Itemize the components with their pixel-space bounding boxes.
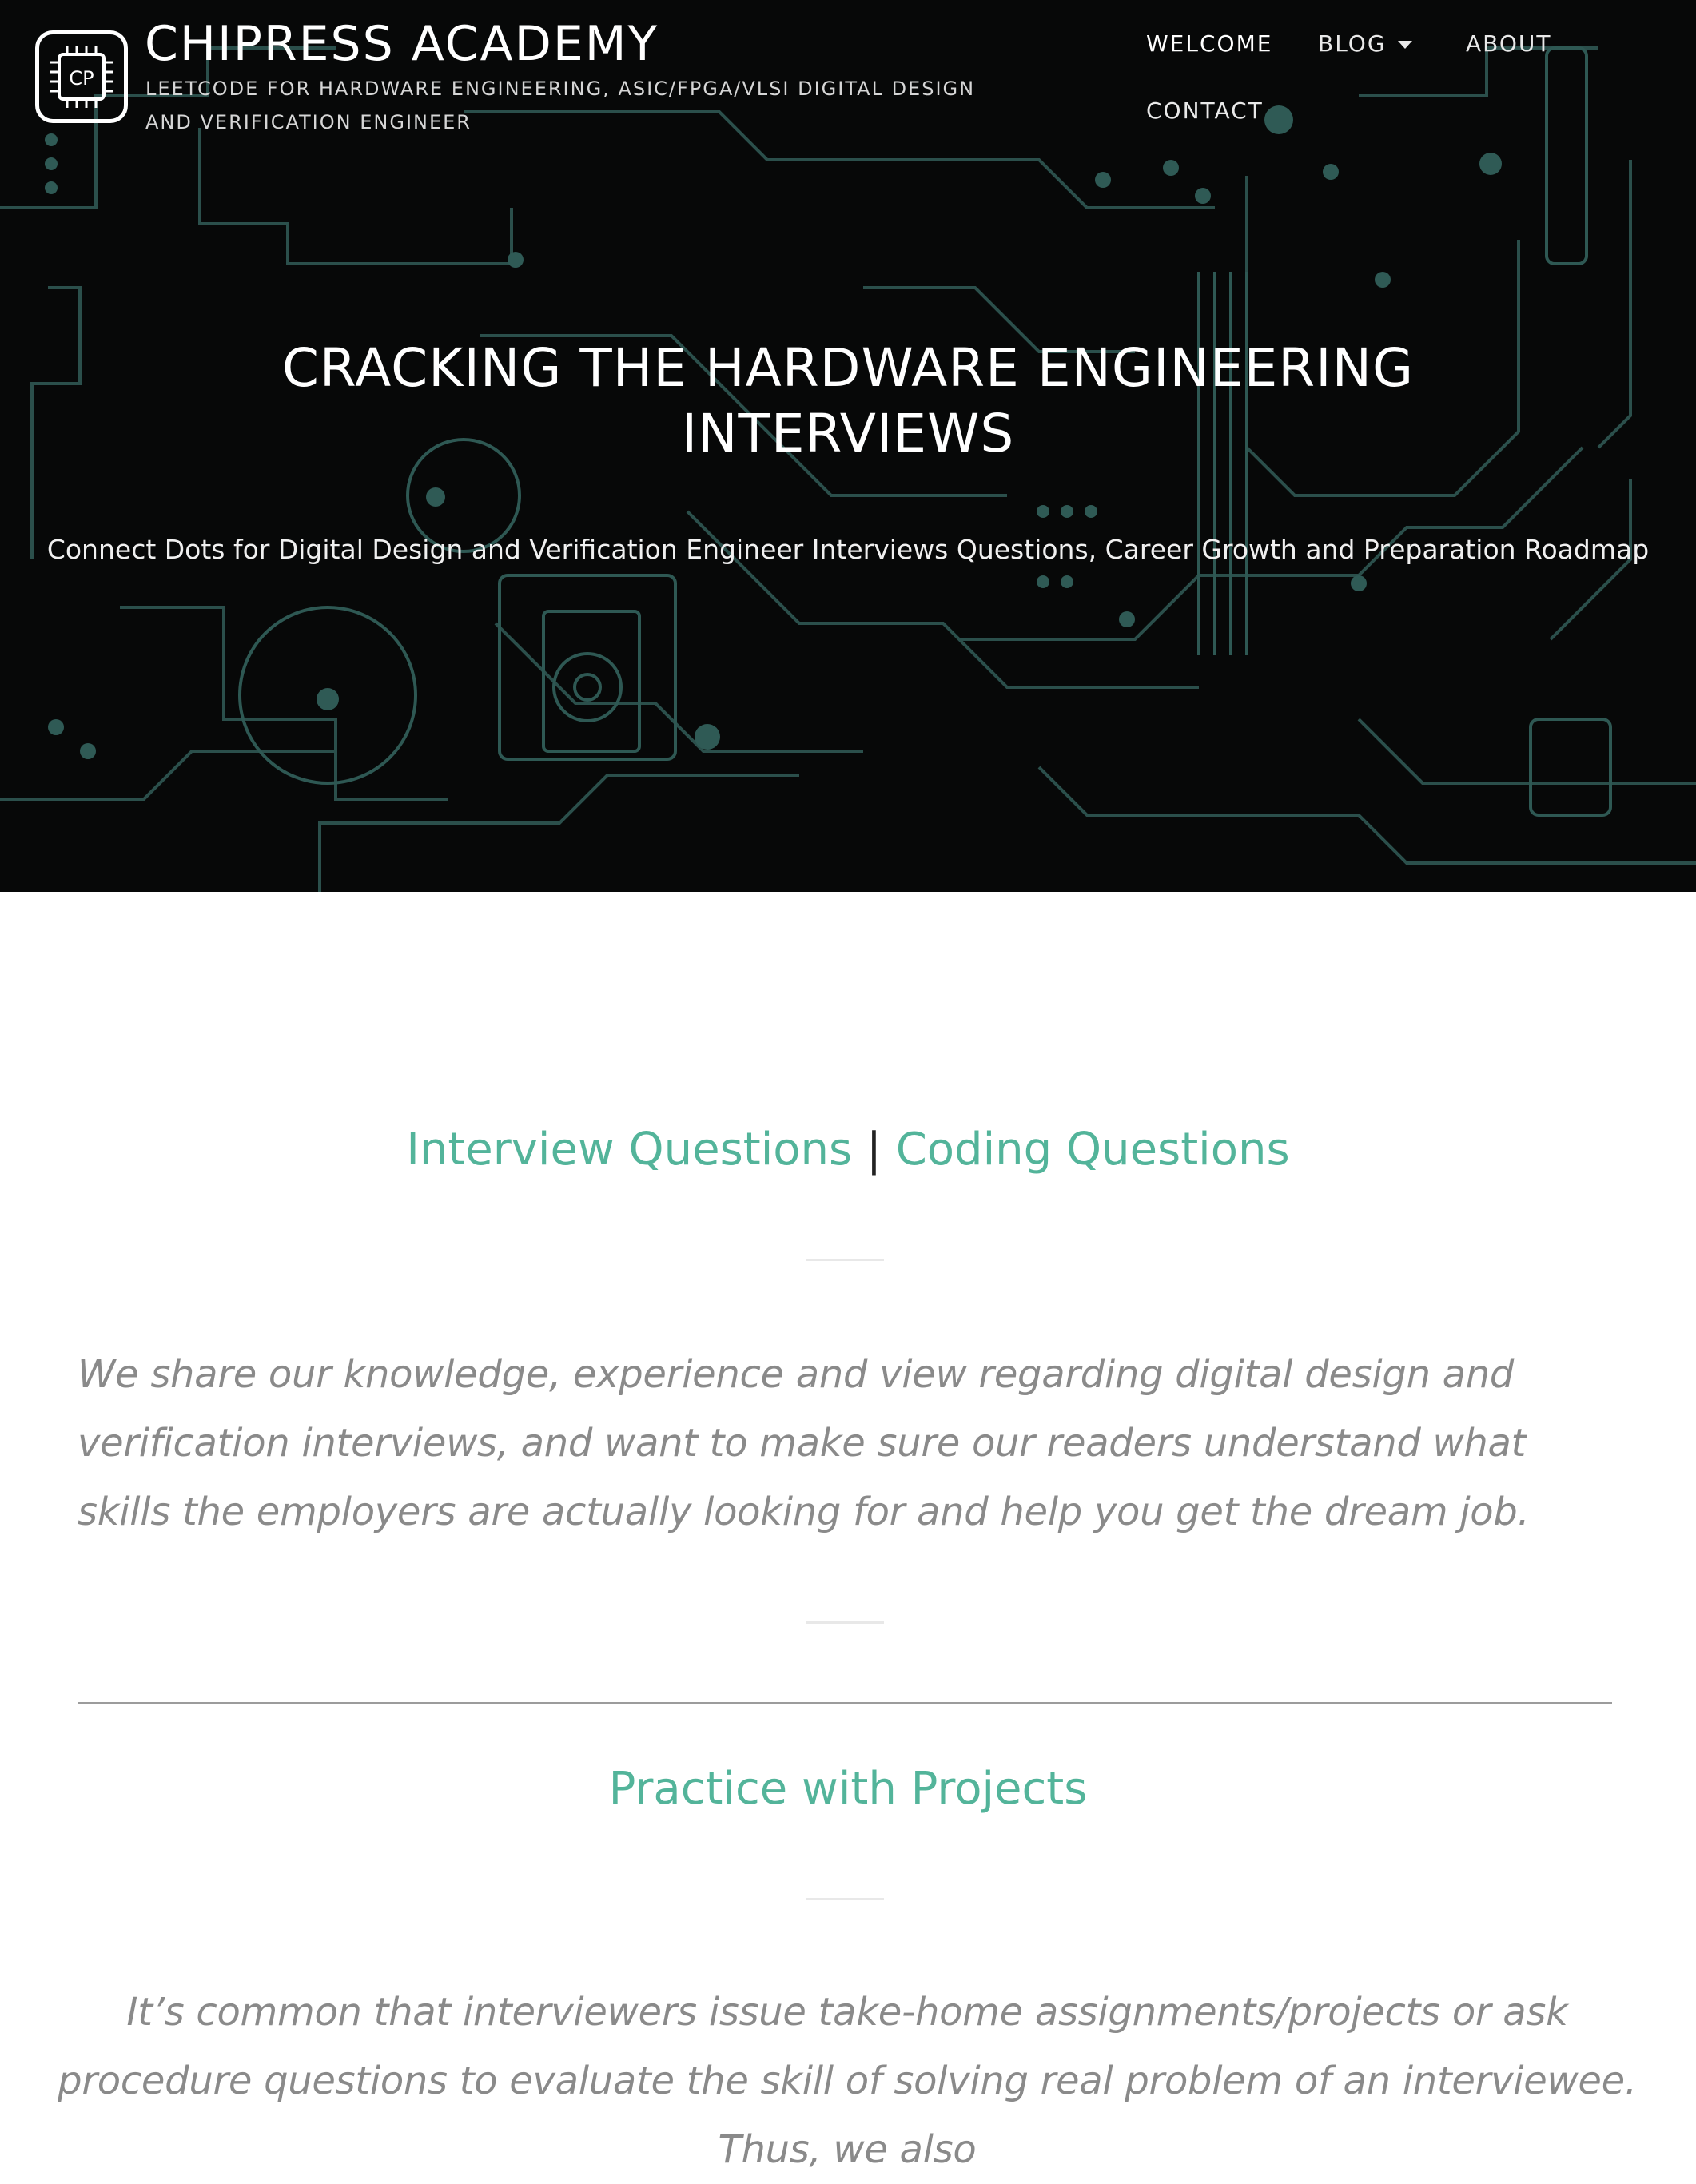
intro-paragraph: We share our knowledge, experience and v… (78, 1352, 1530, 1534)
nav-item-blog[interactable]: BLOG (1318, 30, 1412, 57)
divider (806, 1898, 884, 1900)
site-title[interactable]: CHIPRESS ACADEMY (145, 16, 659, 72)
projects-paragraph: It’s common that interviewers issue take… (58, 1990, 1637, 2172)
site-tagline: LEETCODE FOR HARDWARE ENGINEERING, ASIC/… (145, 78, 976, 133)
interview-questions-link[interactable]: Interview Questions (406, 1124, 852, 1176)
hero-subtitle: Connect Dots for Digital Design and Veri… (46, 534, 1650, 565)
practice-with-projects-link[interactable]: Practice with Projects (609, 1763, 1088, 1815)
section-divider (78, 1702, 1612, 1704)
divider (806, 1621, 884, 1624)
section-heading-projects: Practice with Projects (0, 1763, 1696, 1815)
heading-separator: | (866, 1124, 882, 1176)
nav-item-welcome[interactable]: WELCOME (1146, 30, 1272, 57)
hero-title-line1: CRACKING THE HARDWARE ENGINEERING (281, 337, 1415, 399)
section-heading-questions: Interview Questions | Coding Questions (0, 1124, 1696, 1176)
hero-title: CRACKING THE HARDWARE ENGINEERING INTERV… (160, 336, 1536, 467)
nav-item-contact[interactable]: CONTACT (1146, 97, 1264, 124)
chip-icon: CP (50, 46, 113, 108)
nav-item-about[interactable]: ABOUT (1466, 30, 1552, 57)
chevron-down-icon[interactable] (1397, 41, 1412, 49)
hero-banner: CP CHIPRESS ACADEMY LEETCODE FOR HARDWAR… (0, 0, 1696, 892)
nav-item-blog-label: BLOG (1318, 30, 1387, 57)
logo-text: CP (69, 67, 94, 90)
coding-questions-link[interactable]: Coding Questions (896, 1124, 1290, 1176)
divider (806, 1259, 884, 1261)
logo[interactable]: CP (35, 30, 128, 123)
hero-title-line2: INTERVIEWS (681, 403, 1015, 464)
